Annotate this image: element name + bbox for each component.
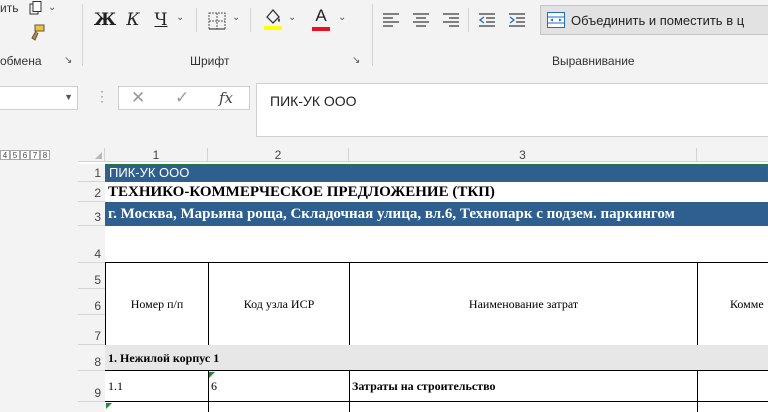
increase-indent-icon[interactable]	[506, 10, 528, 30]
font-color-letter: А	[315, 6, 327, 25]
fill-color-icon[interactable]	[262, 6, 284, 32]
copy-icon[interactable]	[26, 0, 46, 16]
divider	[196, 8, 197, 32]
format-painter-icon[interactable]	[26, 22, 48, 44]
merge-center-label: Объединить и поместить в ц	[571, 12, 745, 28]
font-caption: Шрифт	[190, 54, 230, 68]
outline-level-button[interactable]: 4	[0, 150, 10, 160]
font-color-dropdown-icon[interactable]: ⌄	[338, 12, 346, 23]
borders-icon[interactable]	[206, 10, 228, 32]
worksheet: 4 5 6 7 8 1 2 3 1 2 3 4 5 6 7 8 9 ПИК-УК…	[0, 148, 768, 412]
formula-bar-row: ▼ ⋮ ✕ ✓ fx ПИК-УК ООО	[0, 72, 768, 138]
insert-function-button[interactable]: fx	[219, 89, 233, 107]
formula-input[interactable]: ПИК-УК ООО	[256, 83, 768, 137]
outline-level-button[interactable]: 8	[40, 150, 50, 160]
formula-buttons: ✕ ✓ fx	[118, 86, 250, 110]
divider	[468, 8, 469, 32]
underline-button[interactable]: Ч	[150, 8, 172, 32]
outline-level-button[interactable]: 6	[20, 150, 30, 160]
cell-r1-title[interactable]: ПИК-УК ООО	[105, 164, 768, 182]
header-comment[interactable]: Комме	[697, 262, 768, 346]
copy-dropdown-icon[interactable]: ⌄	[48, 2, 56, 13]
cell-r10-name[interactable]	[349, 402, 698, 412]
outline-level-button[interactable]: 7	[30, 150, 40, 160]
fill-color-dropdown-icon[interactable]: ⌄	[288, 12, 296, 23]
align-center-icon[interactable]	[410, 10, 432, 30]
clipboard-caption: обмена	[0, 54, 42, 68]
cut-label[interactable]: ить	[0, 1, 18, 15]
row-header-4[interactable]: 4	[78, 226, 105, 263]
borders-dropdown-icon[interactable]: ⌄	[232, 12, 240, 23]
row-header-3[interactable]: 3	[78, 202, 105, 226]
align-left-icon[interactable]	[380, 10, 402, 30]
column-header-1[interactable]: 1	[105, 148, 208, 162]
divider	[250, 8, 251, 32]
outline-level-button[interactable]: 5	[10, 150, 20, 160]
outline-bar: 4 5 6 7 8	[0, 148, 78, 412]
name-box-dropdown-icon[interactable]: ▼	[64, 92, 73, 102]
row-header-10[interactable]	[78, 402, 105, 412]
section-row[interactable]: 1. Нежилой корпус 1	[105, 345, 768, 371]
cell-r10-code[interactable]	[208, 402, 350, 412]
merge-cells-icon	[547, 12, 565, 28]
ribbon: ить ⌄ обмена ↘ Ж К Ч ⌄ ⌄ ⌄ А ⌄ Шрифт ↘ В…	[0, 0, 768, 73]
clipboard-group: ить ⌄ обмена ↘	[0, 0, 78, 72]
row-header-8[interactable]: 8	[78, 345, 105, 371]
header-number[interactable]: Номер п/п	[105, 262, 209, 346]
merge-center-button[interactable]: Объединить и поместить в ц	[540, 5, 768, 35]
font-color-swatch	[312, 27, 330, 31]
clipboard-launcher-icon[interactable]: ↘	[64, 56, 74, 66]
row-header-6[interactable]: 6	[78, 289, 105, 315]
font-group: Ж К Ч ⌄ ⌄ ⌄ А ⌄ Шрифт ↘	[86, 0, 370, 72]
font-color-button[interactable]: А	[310, 6, 332, 32]
select-all-corner[interactable]	[78, 148, 105, 162]
error-indicator-icon	[106, 403, 112, 409]
cell-r9-comment[interactable]	[697, 371, 768, 402]
cell-r9-number[interactable]: 1.1	[105, 371, 209, 402]
cell-r3-address[interactable]: г. Москва, Марьина роща, Складочная улиц…	[105, 202, 768, 226]
row-header-7[interactable]: 7	[78, 315, 105, 345]
cell-r9-code[interactable]: 6	[208, 371, 350, 402]
font-launcher-icon[interactable]: ↘	[352, 56, 362, 66]
header-code[interactable]: Код узла ИСР	[208, 262, 350, 346]
outline-levels: 4 5 6 7 8	[0, 150, 50, 160]
ribbon-divider	[82, 4, 83, 66]
row-header-1[interactable]: 1	[78, 164, 105, 182]
column-header-3[interactable]: 3	[349, 148, 697, 162]
italic-button[interactable]: К	[122, 8, 144, 32]
name-box[interactable]: ▼	[0, 86, 78, 110]
row-header-9[interactable]: 9	[78, 371, 105, 402]
alignment-caption: Выравнивание	[552, 54, 635, 68]
cancel-icon[interactable]: ✕	[131, 88, 145, 108]
cell-r10-number[interactable]	[105, 402, 209, 412]
enter-icon[interactable]: ✓	[175, 88, 189, 108]
header-name[interactable]: Наименование затрат	[349, 262, 698, 346]
error-indicator-icon	[209, 372, 215, 378]
cell-r4-blank[interactable]	[105, 226, 768, 263]
row-header-5[interactable]: 5	[78, 263, 105, 289]
column-header-4[interactable]	[697, 148, 768, 162]
underline-dropdown-icon[interactable]: ⌄	[176, 12, 184, 23]
decrease-indent-icon[interactable]	[476, 10, 498, 30]
row-header-2[interactable]: 2	[78, 182, 105, 202]
column-header-2[interactable]: 2	[208, 148, 349, 162]
align-right-icon[interactable]	[440, 10, 462, 30]
cell-r2-heading[interactable]: ТЕХНИКО-КОММЕРЧЕСКОЕ ПРЕДЛОЖЕНИЕ (ТКП)	[105, 182, 768, 202]
splitter-handle-icon[interactable]: ⋮	[95, 88, 109, 105]
ribbon-divider	[372, 4, 373, 66]
cell-r9-name[interactable]: Затраты на строительство	[349, 371, 698, 402]
bold-button[interactable]: Ж	[94, 8, 116, 32]
